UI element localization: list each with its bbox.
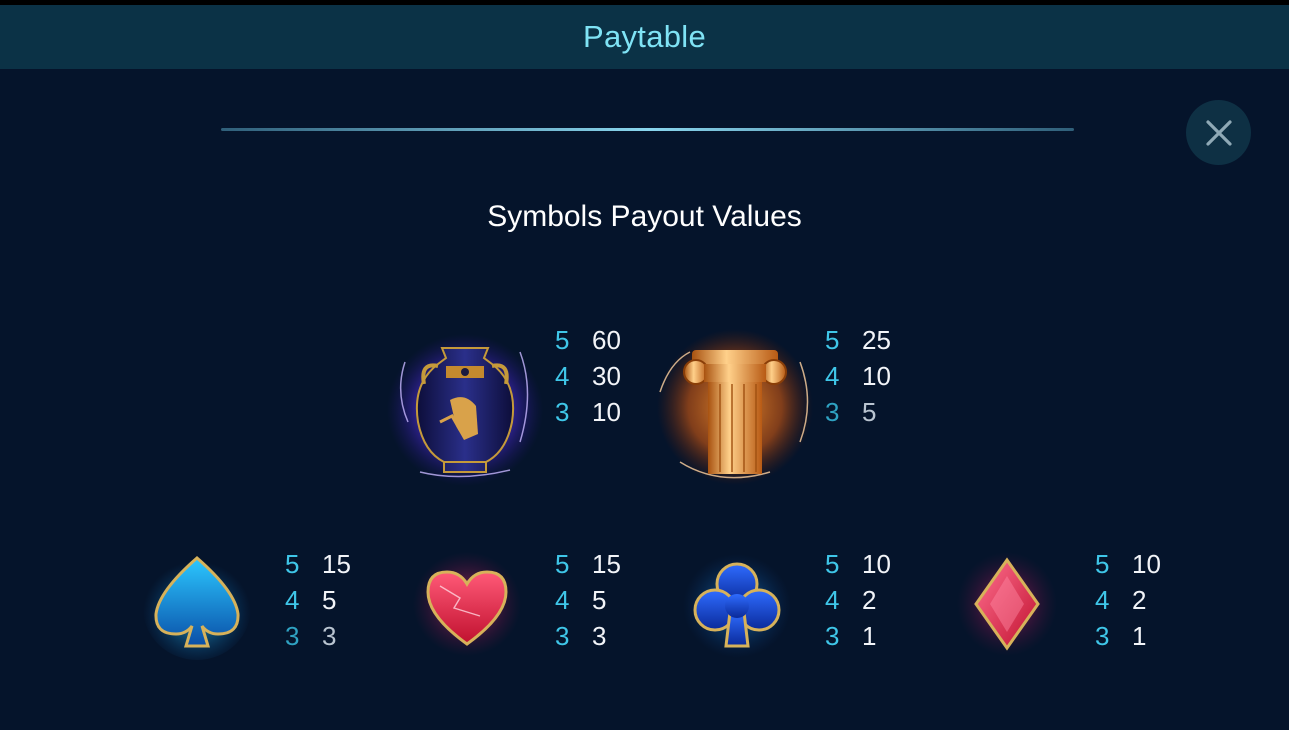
payout-value: 15 (322, 549, 351, 579)
match-count: 5 (1095, 549, 1110, 579)
payout-value: 1 (862, 621, 877, 651)
match-count: 5 (285, 549, 300, 579)
diamond-icon (957, 552, 1057, 656)
payout-row: 5 60 (555, 322, 621, 358)
payout-value: 3 (592, 621, 607, 651)
payout-row: 5 10 (1095, 546, 1161, 582)
payout-value: 15 (592, 549, 621, 579)
page-title: Paytable (582, 19, 707, 54)
payout-row: 4 10 (825, 358, 891, 394)
spade-icon (143, 556, 251, 660)
payout-value: 5 (322, 585, 337, 615)
heart-icon (413, 552, 521, 656)
payout-list: 5 15 45 33 (555, 546, 621, 654)
match-count: 3 (555, 621, 570, 651)
payout-value: 5 (592, 585, 607, 615)
club-icon (683, 554, 791, 658)
match-count: 4 (825, 585, 840, 615)
payout-value: 3 (322, 621, 337, 651)
payout-row: 31 (1095, 618, 1161, 654)
payout-row: 5 25 (825, 322, 891, 358)
header-bar: Paytable (0, 5, 1289, 69)
payout-value: 2 (862, 585, 877, 615)
payout-value: 10 (862, 549, 891, 579)
payout-list: 5 10 42 31 (825, 546, 891, 654)
match-count: 4 (825, 361, 840, 391)
match-count: 5 (555, 549, 570, 579)
section-title: Symbols Payout Values (487, 200, 802, 233)
payout-row: 5 15 (555, 546, 621, 582)
payout-value: 2 (1132, 585, 1147, 615)
payout-row: 42 (825, 582, 891, 618)
divider-line (221, 128, 1074, 131)
match-count: 5 (555, 325, 570, 355)
payout-row: 45 (555, 582, 621, 618)
match-count: 3 (825, 397, 840, 427)
match-count: 3 (1095, 621, 1110, 651)
payout-value: 5 (862, 397, 877, 427)
payout-value: 25 (862, 325, 891, 355)
amphora-icon (387, 334, 543, 486)
paytable-content: Symbols Payout Values 5 60 4 30 3 10 5 2… (0, 69, 1289, 730)
column-icon (657, 329, 813, 485)
payout-list: 5 15 45 33 (285, 546, 351, 654)
match-count: 4 (1095, 585, 1110, 615)
payout-list: 5 60 4 30 3 10 (555, 322, 621, 430)
payout-value: 30 (592, 361, 621, 391)
payout-row: 45 (285, 582, 351, 618)
payout-list: 5 25 4 10 35 (825, 322, 891, 430)
payout-row: 42 (1095, 582, 1161, 618)
payout-row: 35 (825, 394, 891, 430)
payout-row: 33 (555, 618, 621, 654)
payout-value: 10 (1132, 549, 1161, 579)
match-count: 4 (555, 361, 570, 391)
close-icon (1205, 119, 1232, 146)
payout-list: 5 10 42 31 (1095, 546, 1161, 654)
match-count: 3 (555, 397, 570, 427)
payout-row: 5 10 (825, 546, 891, 582)
payout-value: 10 (592, 397, 621, 427)
payout-row: 5 15 (285, 546, 351, 582)
payout-row: 31 (825, 618, 891, 654)
payout-row: 33 (285, 618, 351, 654)
match-count: 3 (285, 621, 300, 651)
payout-value: 1 (1132, 621, 1147, 651)
payout-row: 4 30 (555, 358, 621, 394)
close-button[interactable] (1186, 100, 1251, 165)
payout-value: 60 (592, 325, 621, 355)
match-count: 5 (825, 549, 840, 579)
match-count: 4 (285, 585, 300, 615)
payout-value: 10 (862, 361, 891, 391)
payout-row: 3 10 (555, 394, 621, 430)
match-count: 4 (555, 585, 570, 615)
match-count: 5 (825, 325, 840, 355)
match-count: 3 (825, 621, 840, 651)
